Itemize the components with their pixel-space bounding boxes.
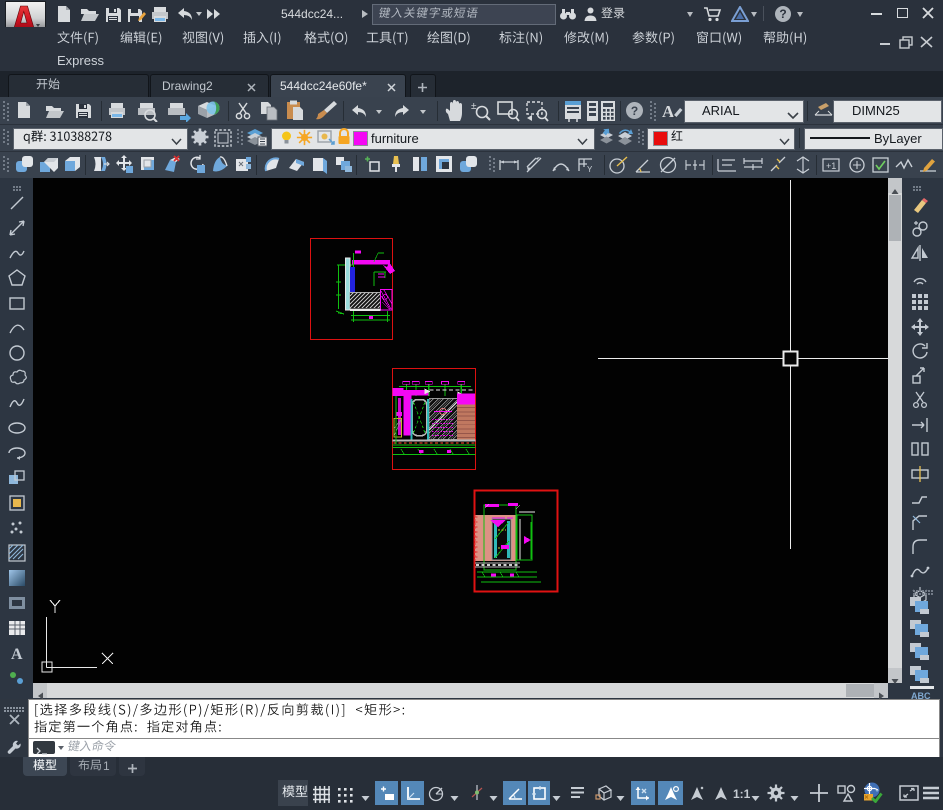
- svg-text:?: ?: [631, 104, 638, 118]
- svg-text:A: A: [11, 646, 23, 663]
- svg-text:+1: +1: [826, 161, 836, 171]
- svg-text:Y: Y: [587, 165, 593, 174]
- svg-text:A: A: [662, 102, 675, 121]
- svg-text:?: ?: [779, 7, 786, 21]
